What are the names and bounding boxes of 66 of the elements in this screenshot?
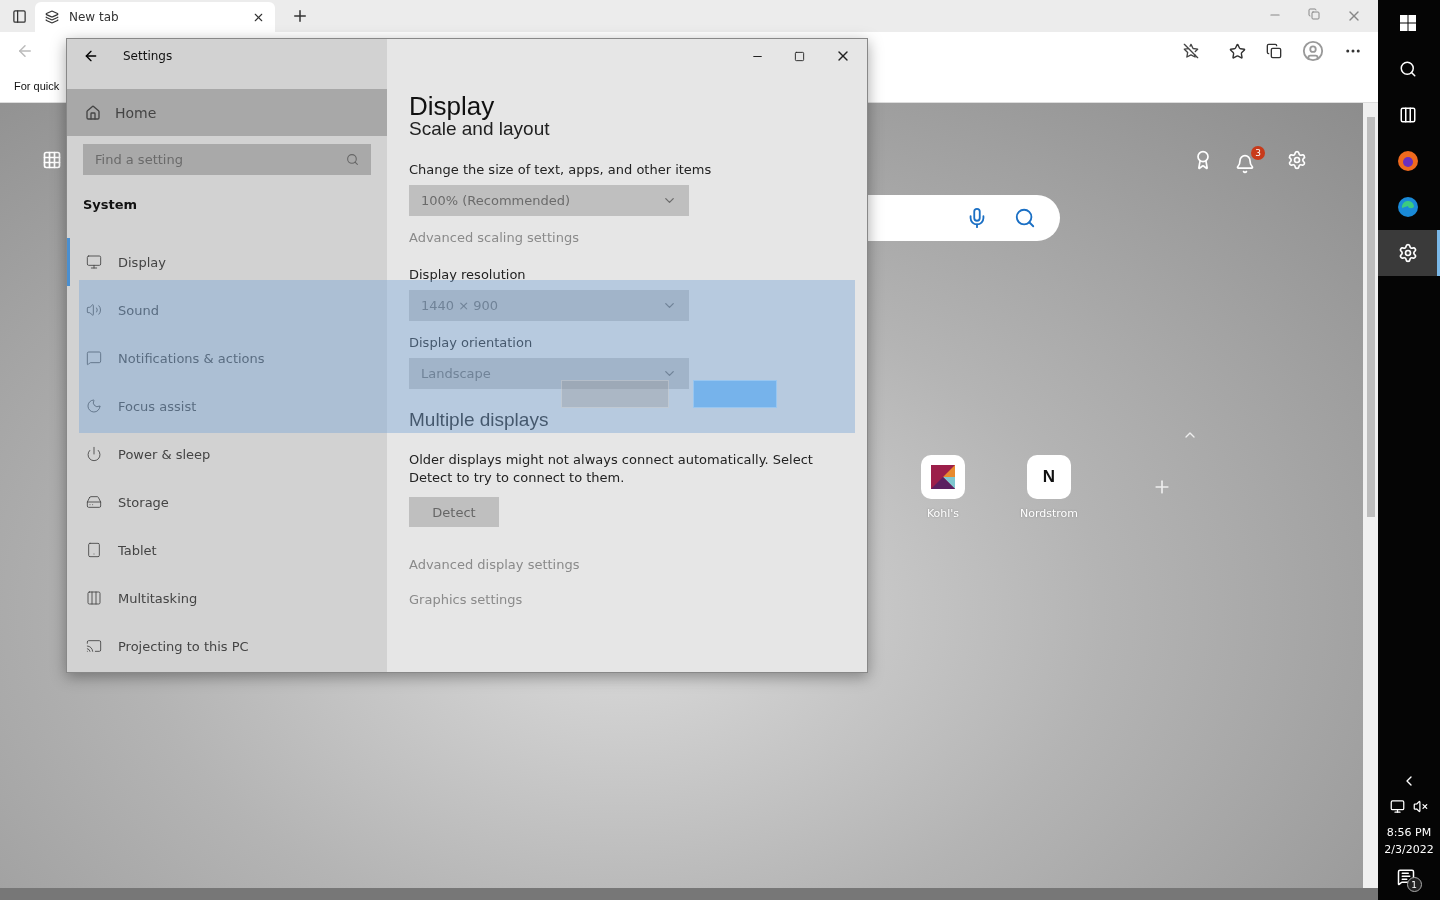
link[interactable]: Advanced scaling settings [409,230,867,245]
home-nav-item[interactable]: Home [67,89,387,136]
apps-grid-icon[interactable] [42,150,62,170]
columns-icon [86,590,102,606]
nav-item[interactable]: Projecting to this PC [67,622,387,670]
section-title: System [83,197,139,212]
nav-item[interactable]: Sound [67,286,387,334]
section-heading: Multiple displays [409,409,550,431]
link[interactable]: Graphics settings [409,592,867,607]
site-tile[interactable] [921,455,965,499]
action-center-count: 1 [1406,877,1422,892]
taskbar-app[interactable] [1378,230,1440,276]
favorites-bar-text: For quick [14,80,60,92]
tile-label: Nordstrom [1019,507,1078,520]
sidebar-toggle-icon[interactable] [12,8,27,24]
notification-count: 3 [1251,146,1265,160]
site-tile[interactable]: N [1027,455,1071,499]
moon-icon [86,398,102,414]
tile-letter: N [1042,467,1056,487]
page-title: Display [409,91,496,122]
tile-label: Kohl's [926,507,960,520]
monitor-icon [86,254,102,270]
browser-tab[interactable]: New tab [35,2,275,32]
nav-item[interactable]: Power & sleep [67,430,387,478]
nav-item[interactable]: Notifications & actions [67,334,387,382]
power-icon [86,446,102,462]
maximize-icon[interactable] [794,50,805,62]
field-label: Display orientation [409,335,534,350]
detect-button[interactable]: Detect [409,497,499,527]
new-tab-icon[interactable] [291,7,309,25]
collections-icon[interactable] [1266,43,1282,59]
settings-icon[interactable] [1287,150,1307,170]
home-icon [85,104,101,121]
clock[interactable]: 8:56 PM 2/3/2022 [1384,824,1434,858]
profile-icon[interactable] [1302,40,1324,62]
favorites-icon[interactable] [1229,42,1246,60]
nav-item[interactable]: Multitasking [67,574,387,622]
firefox-icon [1395,149,1420,173]
search-field[interactable]: Find a setting [83,144,371,175]
add-favorite-icon[interactable] [1183,43,1199,59]
description-text: Older displays might not always connect automatically. Select Detect to try to connect to them. [409,451,814,487]
scale-dropdown[interactable]: 100% (Recommended) [409,185,689,216]
nav-item[interactable]: Display [67,238,387,286]
page-icon [45,10,59,24]
edge-icon [1395,195,1420,219]
drive-icon [86,494,102,510]
speech-bubble-icon [86,350,102,366]
nav-item[interactable]: Tablet [67,526,387,574]
field-label: Change the size of text, apps, and other items [409,162,713,177]
speaker-icon [86,302,102,318]
projector-icon [86,638,102,654]
field-label: Display resolution [409,267,527,282]
tablet-icon [86,542,102,558]
link[interactable]: Advanced display settings [409,557,867,572]
scrollbar[interactable] [1363,103,1378,888]
search-icon[interactable] [1398,60,1417,78]
nav-item[interactable]: Storage [67,478,387,526]
muted-speaker-icon[interactable] [1413,799,1428,814]
gear-icon [1397,243,1418,263]
logo-icon [931,465,955,489]
nav-item[interactable]: Focus assist [67,382,387,430]
network-icon[interactable] [1390,799,1405,814]
search-icon [346,153,359,166]
window-title: Settings [123,49,173,63]
task-view-icon[interactable] [1398,106,1417,124]
windows-logo-icon[interactable] [1399,15,1416,31]
